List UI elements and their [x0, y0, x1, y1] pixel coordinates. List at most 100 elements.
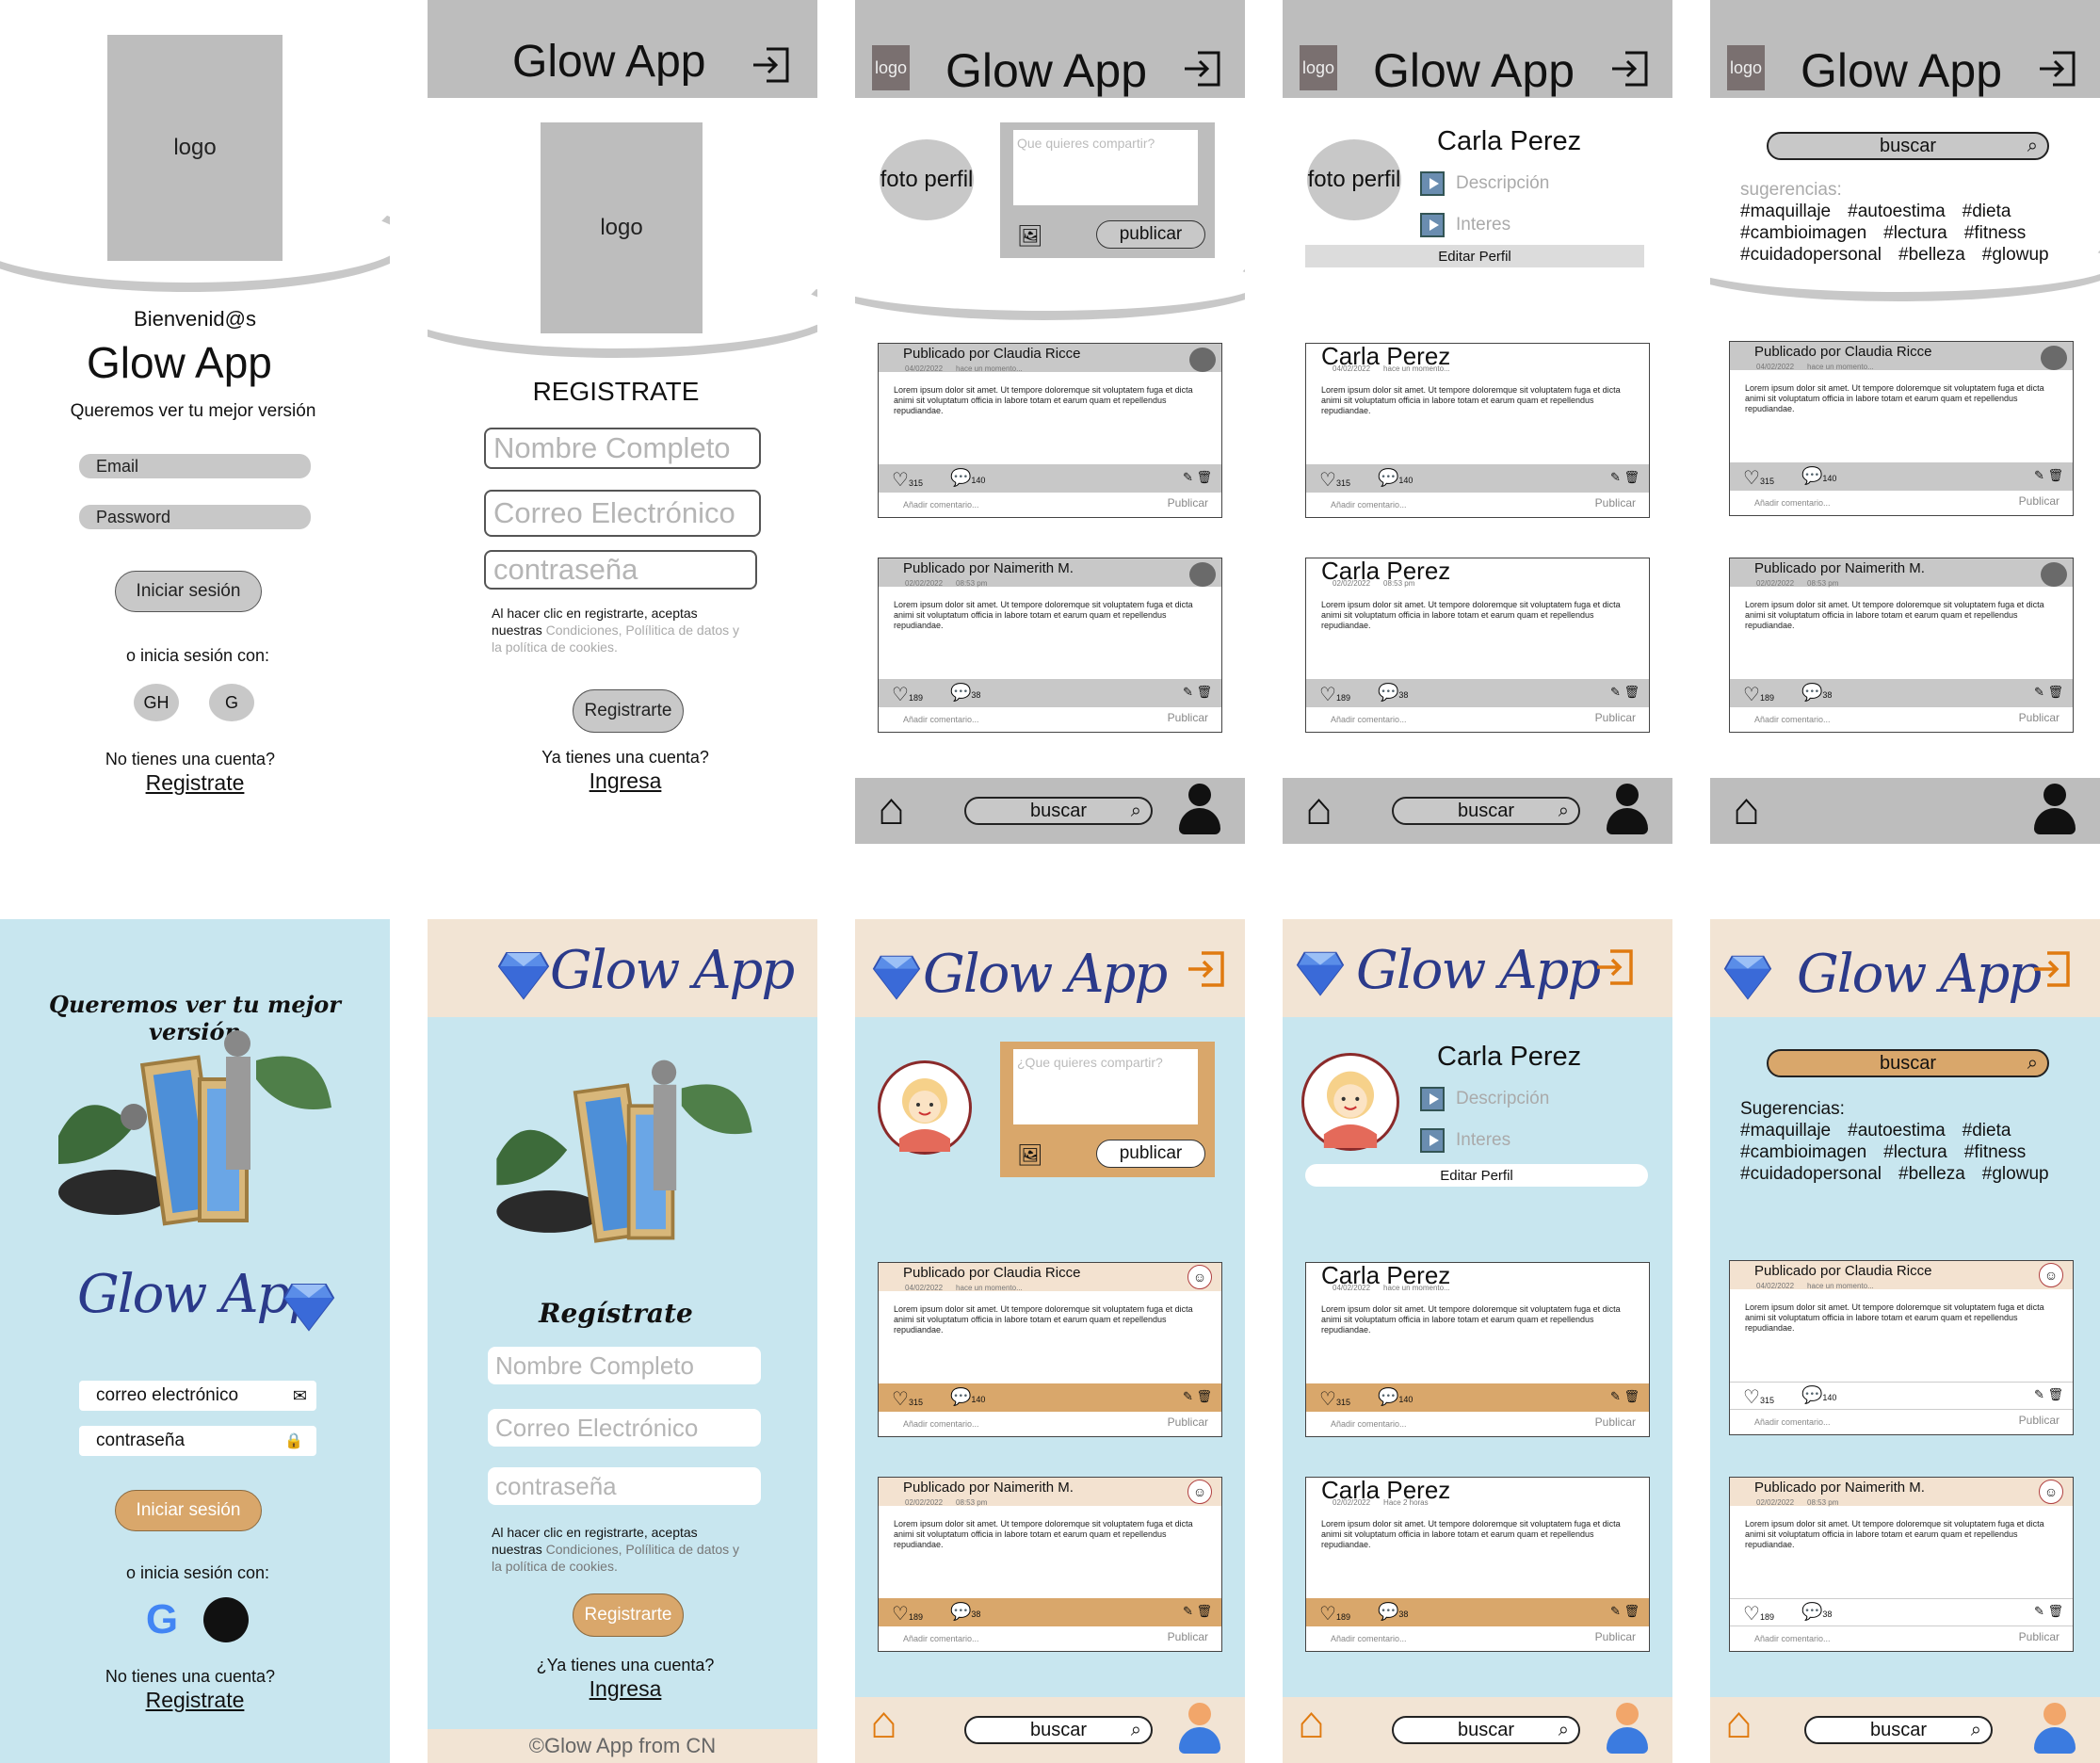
trash-icon[interactable]: 🗑 — [1623, 1604, 1640, 1618]
publish-comment-button[interactable]: Publicar — [1168, 1415, 1208, 1429]
password-input[interactable]: contraseña — [488, 1467, 761, 1505]
like-button[interactable]: ♡315 — [892, 468, 923, 492]
profile-photo[interactable]: foto perfil — [1307, 139, 1401, 220]
publish-comment-button[interactable]: Publicar — [2019, 1630, 2060, 1643]
search-input[interactable]: buscar ⌕ — [1767, 1049, 2049, 1077]
interests-item[interactable]: Interes — [1420, 213, 1510, 237]
author-avatar[interactable]: ☺ — [2039, 1263, 2063, 1287]
email-input[interactable]: Correo Electrónico — [488, 1409, 761, 1447]
trash-icon[interactable]: 🗑 — [2047, 1387, 2063, 1401]
tag[interactable]: #autoestima — [1848, 202, 1946, 221]
cookies-link[interactable]: la política de cookies. — [492, 639, 774, 655]
register-button[interactable]: Registrarte — [573, 689, 684, 733]
logout-icon[interactable] — [2038, 49, 2077, 89]
share-textarea[interactable]: ¿Que quieres compartir? — [1013, 1049, 1198, 1124]
trash-icon[interactable]: 🗑 — [1623, 685, 1640, 699]
comment-button[interactable]: 💬140 — [1801, 466, 1836, 486]
post-author[interactable]: Publicado por Claudia Ricce — [903, 1265, 1080, 1281]
publish-comment-button[interactable]: Publicar — [1595, 1630, 1636, 1643]
publish-comment-button[interactable]: Publicar — [2019, 711, 2060, 724]
email-input[interactable]: Correo Electrónico — [484, 490, 761, 537]
github-icon[interactable] — [203, 1597, 249, 1642]
edit-icon[interactable]: ✎ — [2034, 1604, 2044, 1618]
search-icon[interactable]: ⌕ — [1131, 801, 1141, 822]
search-icon[interactable]: ⌕ — [1131, 1720, 1141, 1741]
login-link[interactable]: Ingresa — [428, 1676, 817, 1702]
author-avatar[interactable] — [1189, 348, 1216, 372]
register-button[interactable]: Registrarte — [573, 1593, 684, 1637]
like-button[interactable]: ♡189 — [892, 683, 923, 706]
comment-button[interactable]: 💬38 — [1378, 1602, 1408, 1622]
publish-comment-button[interactable]: Publicar — [1595, 711, 1636, 724]
add-comment-input[interactable]: Añadir comentario... — [1331, 500, 1407, 509]
search-icon[interactable]: ⌕ — [2027, 1053, 2038, 1075]
add-comment-input[interactable]: Añadir comentario... — [1754, 498, 1831, 508]
comment-button[interactable]: 💬140 — [1801, 1385, 1836, 1405]
logout-icon[interactable] — [2032, 949, 2072, 989]
logout-icon[interactable] — [751, 45, 791, 85]
post-author[interactable]: Publicado por Naimerith M. — [1754, 560, 1925, 576]
edit-icon[interactable]: ✎ — [2034, 1387, 2044, 1401]
user-icon[interactable] — [1179, 784, 1220, 834]
author-avatar[interactable] — [2041, 562, 2067, 587]
add-comment-input[interactable]: Añadir comentario... — [1754, 1634, 1831, 1643]
trash-icon[interactable]: 🗑 — [1196, 685, 1212, 699]
tag[interactable]: #cambioimagen — [1740, 1142, 1866, 1162]
author-avatar[interactable] — [2041, 346, 2067, 370]
add-comment-input[interactable]: Añadir comentario... — [903, 1634, 979, 1643]
cookies-link[interactable]: la política de cookies. — [492, 1558, 774, 1575]
terms-link[interactable]: Condiciones, Polílitica de datos y — [546, 1542, 739, 1557]
publish-comment-button[interactable]: Publicar — [1168, 1630, 1208, 1643]
like-button[interactable]: ♡189 — [1743, 1602, 1774, 1626]
terms-link[interactable]: Condiciones, Polílitica de datos y — [546, 623, 739, 638]
edit-icon[interactable]: ✎ — [1610, 1389, 1621, 1403]
edit-icon[interactable]: ✎ — [2034, 685, 2044, 699]
comment-button[interactable]: 💬38 — [1801, 1602, 1832, 1622]
edit-icon[interactable]: ✎ — [1183, 1389, 1193, 1403]
add-comment-input[interactable]: Añadir comentario... — [1754, 1417, 1831, 1427]
like-button[interactable]: ♡189 — [1319, 683, 1350, 706]
author-avatar[interactable] — [1189, 562, 1216, 587]
search-input[interactable]: buscar ⌕ — [1804, 1716, 1993, 1744]
publish-comment-button[interactable]: Publicar — [1595, 496, 1636, 509]
google-login-button[interactable]: G — [209, 684, 254, 721]
post-author[interactable]: Publicado por Naimerith M. — [903, 1480, 1074, 1496]
comment-button[interactable]: 💬38 — [950, 1602, 980, 1622]
like-button[interactable]: ♡315 — [1743, 466, 1774, 490]
password-input[interactable]: Password — [79, 505, 311, 529]
add-comment-input[interactable]: Añadir comentario... — [903, 1419, 979, 1429]
add-comment-input[interactable]: Añadir comentario... — [903, 500, 979, 509]
profile-avatar[interactable] — [878, 1060, 972, 1155]
password-input[interactable]: contraseña 🔒 — [79, 1426, 316, 1456]
post-author[interactable]: Publicado por Naimerith M. — [903, 560, 1074, 576]
edit-profile-button[interactable]: Editar Perfil — [1305, 245, 1644, 267]
user-icon[interactable] — [1179, 1703, 1220, 1754]
logout-icon[interactable] — [1187, 949, 1226, 989]
trash-icon[interactable]: 🗑 — [1196, 1389, 1212, 1403]
publish-comment-button[interactable]: Publicar — [1595, 1415, 1636, 1429]
publish-comment-button[interactable]: Publicar — [1168, 496, 1208, 509]
comment-button[interactable]: 💬140 — [950, 468, 985, 488]
profile-photo[interactable]: foto perfil — [880, 139, 974, 220]
home-icon[interactable]: ⌂ — [1298, 1701, 1325, 1746]
tag[interactable]: #dieta — [1963, 202, 2011, 221]
edit-icon[interactable]: ✎ — [1183, 685, 1193, 699]
tag[interactable]: #belleza — [1898, 1164, 1965, 1184]
like-button[interactable]: ♡315 — [1743, 1385, 1774, 1409]
trash-icon[interactable]: 🗑 — [1196, 470, 1212, 484]
comment-button[interactable]: 💬38 — [1801, 683, 1832, 703]
tag[interactable]: #autoestima — [1848, 1121, 1946, 1140]
edit-icon[interactable]: ✎ — [1610, 685, 1621, 699]
tag[interactable]: #glowup — [1982, 1164, 2049, 1184]
user-icon[interactable] — [2034, 784, 2076, 834]
edit-icon[interactable]: ✎ — [1183, 1604, 1193, 1618]
profile-avatar[interactable] — [1301, 1053, 1399, 1151]
logout-icon[interactable] — [1183, 49, 1222, 89]
share-textarea[interactable]: Que quieres compartir? — [1013, 130, 1198, 205]
like-button[interactable]: ♡315 — [892, 1387, 923, 1411]
author-avatar[interactable]: ☺ — [2039, 1480, 2063, 1504]
publish-comment-button[interactable]: Publicar — [2019, 1414, 2060, 1427]
user-icon[interactable] — [1607, 1703, 1648, 1754]
github-login-button[interactable]: GH — [134, 684, 179, 721]
register-link[interactable]: Registrate — [0, 770, 390, 796]
